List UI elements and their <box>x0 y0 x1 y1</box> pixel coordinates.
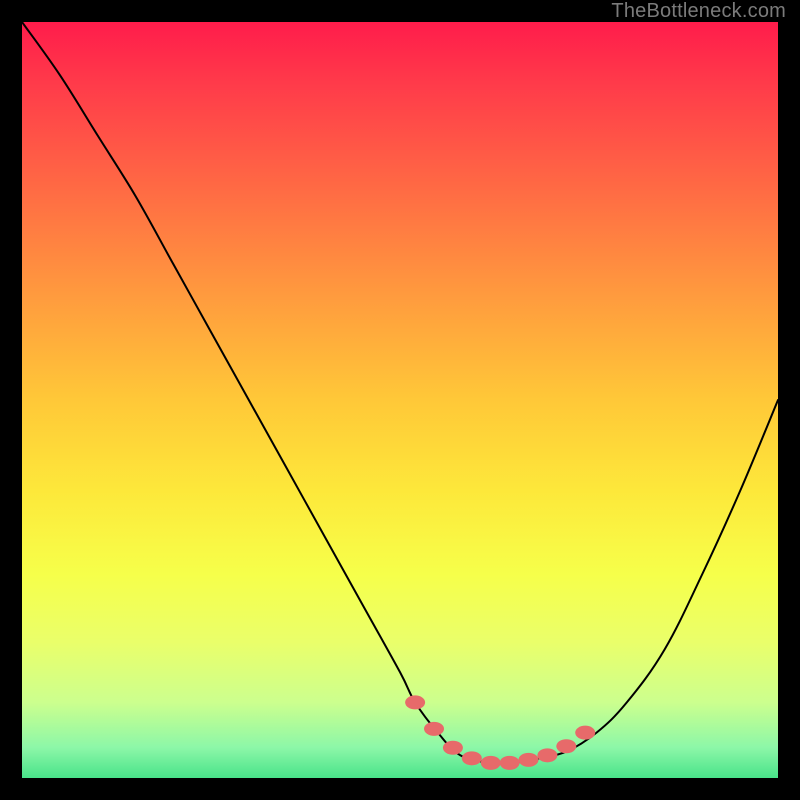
curve-marker <box>537 748 557 762</box>
chart-svg <box>22 22 778 778</box>
bottleneck-curve <box>22 22 778 764</box>
curve-marker <box>443 741 463 755</box>
curve-marker <box>556 739 576 753</box>
curve-marker <box>405 695 425 709</box>
curve-markers <box>405 695 595 769</box>
plot-area <box>22 22 778 778</box>
curve-marker <box>519 753 539 767</box>
curve-marker <box>500 756 520 770</box>
watermark-text: TheBottleneck.com <box>611 0 786 23</box>
curve-marker <box>481 756 501 770</box>
curve-marker <box>424 722 444 736</box>
curve-marker <box>575 726 595 740</box>
chart-frame: TheBottleneck.com <box>0 0 800 800</box>
curve-marker <box>462 751 482 765</box>
